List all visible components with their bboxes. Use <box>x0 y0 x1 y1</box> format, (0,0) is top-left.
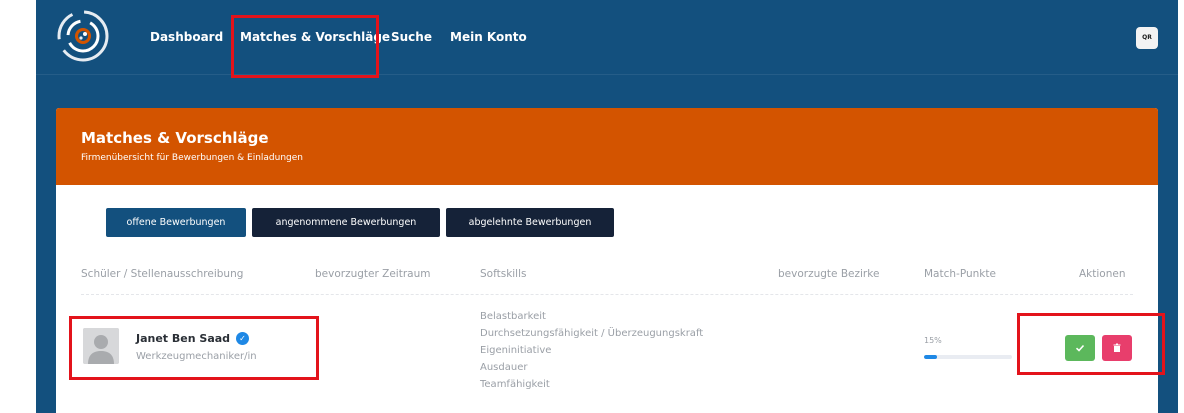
tab-rejected-applications[interactable]: abgelehnte Bewerbungen <box>446 208 614 237</box>
nav-item-search[interactable]: Suche <box>391 30 432 44</box>
nav-highlight-box <box>231 15 379 78</box>
actions-highlight-box <box>1017 313 1165 375</box>
header-points: Match-Punkte <box>924 268 996 280</box>
softskill-item: Ausdauer <box>480 362 528 373</box>
header-student: Schüler / Stellenausschreibung <box>81 268 244 280</box>
tab-accepted-applications[interactable]: angenommene Bewerbungen <box>252 208 440 237</box>
match-percent: 15% <box>924 336 942 345</box>
card-subtitle: Firmenübersicht für Bewerbungen & Einlad… <box>81 153 303 163</box>
app-logo[interactable] <box>57 10 109 62</box>
header-divider <box>81 294 1133 295</box>
circular-logo-icon <box>57 10 109 62</box>
header-actions: Aktionen <box>1079 268 1126 280</box>
candidate-highlight-box <box>69 316 319 380</box>
tab-open-applications[interactable]: offene Bewerbungen <box>106 208 246 237</box>
softskill-item: Durchsetzungsfähigkeit / Überzeugungskra… <box>480 328 704 339</box>
card-title: Matches & Vorschläge <box>81 129 269 147</box>
nav-item-account[interactable]: Mein Konto <box>450 30 527 44</box>
match-progress-bar <box>924 355 1012 359</box>
match-progress-fill <box>924 355 938 359</box>
softskill-item: Eigeninitiative <box>480 345 552 356</box>
softskills-list: Belastbarkeit Durchsetzungsfähigkeit / Ü… <box>480 308 703 393</box>
header-softskills: Softskills <box>480 268 527 280</box>
nav-item-dashboard[interactable]: Dashboard <box>150 30 223 44</box>
nav-divider <box>36 74 1178 75</box>
softskill-item: Belastbarkeit <box>480 311 546 322</box>
header-districts: bevorzugte Bezirke <box>778 268 880 280</box>
softskill-item: Teamfähigkeit <box>480 379 550 390</box>
card-header: Matches & Vorschläge Firmenübersicht für… <box>56 108 1158 185</box>
qr-code-button[interactable]: QR <box>1136 27 1158 49</box>
header-period: bevorzugter Zeitraum <box>315 268 431 280</box>
qr-code-label: QR <box>1142 34 1152 41</box>
